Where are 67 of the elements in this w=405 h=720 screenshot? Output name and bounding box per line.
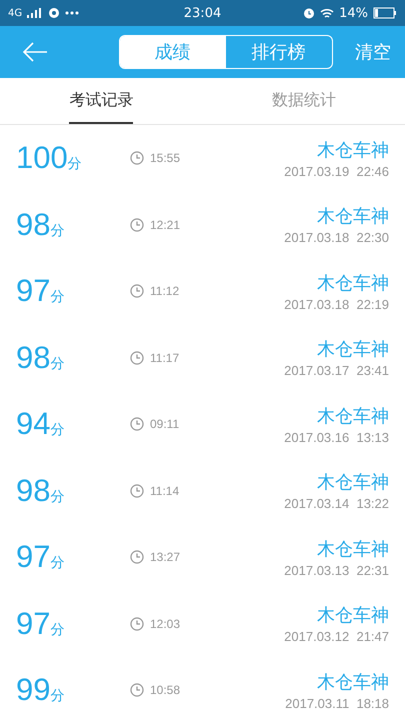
record-date: 2017.03.14 13:22 — [284, 496, 389, 512]
record-date: 2017.03.16 13:13 — [284, 430, 389, 445]
record-date: 2017.03.19 22:46 — [284, 164, 389, 179]
battery-icon — [373, 7, 397, 19]
duration-text: 11:12 — [150, 284, 180, 298]
record-date: 2017.03.18 22:19 — [284, 296, 389, 312]
clock-icon — [130, 417, 144, 432]
duration-text: 15:55 — [150, 151, 180, 166]
record-date: 2017.03.18 22:30 — [284, 230, 389, 246]
clock-icon — [130, 284, 144, 298]
clock-icon — [130, 218, 144, 232]
record-date: 2017.03.11 18:18 — [285, 696, 389, 711]
score-unit: 分 — [50, 354, 64, 373]
clock-icon — [130, 683, 144, 698]
score-unit: 分 — [50, 488, 64, 506]
more-icon — [65, 11, 80, 15]
duration-text: 11:17 — [150, 350, 180, 365]
score-value: 100 — [16, 140, 68, 176]
score-value: 97 — [16, 273, 50, 310]
record-date: 2017.03.12 21:47 — [284, 629, 389, 644]
duration-text: 12:21 — [150, 218, 180, 232]
back-arrow-icon[interactable] — [22, 42, 48, 62]
battery-label: 14% — [339, 6, 368, 20]
user-name: 木仓车神 — [317, 604, 389, 628]
score-value: 97 — [16, 606, 50, 642]
record-date: 2017.03.17 23:41 — [284, 363, 389, 378]
score-unit: 分 — [68, 155, 82, 174]
duration-text: 11:14 — [150, 484, 180, 498]
duration-text: 10:58 — [150, 683, 180, 698]
app-icon — [48, 7, 60, 19]
score-value: 94 — [16, 406, 50, 442]
score-value: 99 — [16, 672, 50, 708]
score-value: 98 — [16, 340, 50, 376]
user-name: 木仓车神 — [317, 404, 389, 428]
score-value: 97 — [16, 539, 50, 576]
wifi-icon — [320, 8, 334, 18]
record-date: 2017.03.13 22:31 — [284, 562, 389, 578]
duration-text: 13:27 — [150, 550, 180, 564]
score-unit: 分 — [50, 222, 64, 240]
network-label: 4G — [8, 8, 22, 18]
clock-icon — [130, 550, 144, 564]
duration-text: 12:03 — [150, 616, 180, 631]
user-name: 木仓车神 — [317, 138, 389, 162]
user-name: 木仓车神 — [317, 205, 389, 228]
score-unit: 分 — [50, 421, 64, 440]
clock-icon — [130, 350, 144, 365]
alarm-icon — [303, 7, 316, 19]
score-unit: 分 — [50, 288, 64, 306]
score-unit: 分 — [50, 620, 64, 639]
user-name: 木仓车神 — [317, 338, 389, 362]
score-value: 98 — [16, 206, 50, 243]
clock-icon — [130, 151, 144, 166]
duration-text: 09:11 — [150, 417, 180, 432]
user-name: 木仓车神 — [317, 471, 389, 494]
user-name: 木仓车神 — [317, 538, 389, 561]
score-unit: 分 — [50, 687, 64, 706]
user-name: 木仓车神 — [317, 670, 389, 694]
user-name: 木仓车神 — [317, 272, 389, 295]
clock-time: 23:04 — [184, 6, 222, 20]
clock-icon — [130, 484, 144, 498]
segment-tab[interactable]: 排行榜 — [226, 36, 332, 68]
signal-icon — [27, 8, 44, 18]
segment-tab[interactable]: 成绩 — [120, 36, 226, 68]
score-value: 98 — [16, 472, 50, 509]
score-unit: 分 — [50, 554, 64, 572]
clock-icon — [130, 616, 144, 631]
clear-button[interactable]: 清空 — [355, 40, 391, 64]
